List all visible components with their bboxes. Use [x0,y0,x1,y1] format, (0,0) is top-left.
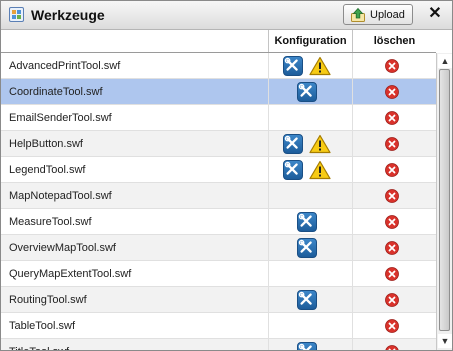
column-divider [268,209,269,235]
column-divider [268,261,269,287]
delete-icon[interactable] [385,163,399,177]
column-divider [352,313,353,339]
table-row[interactable]: HelpButton.swf [1,131,436,157]
configure-tool-icon[interactable] [297,212,317,232]
table-row[interactable]: EmailSenderTool.swf [1,105,436,131]
tool-name: AdvancedPrintTool.swf [9,60,121,72]
tools-window: Werkzeuge Upload ✕ Konfiguration löschen… [0,0,453,351]
column-divider [352,261,353,287]
column-divider [268,287,269,313]
tool-name: EmailSenderTool.swf [9,112,112,124]
column-header-loeschen[interactable]: löschen [353,30,436,52]
tool-name: TableTool.swf [9,320,76,332]
delete-icon[interactable] [385,85,399,99]
column-divider [352,235,353,261]
table-row[interactable]: RoutingTool.swf [1,287,436,313]
upload-button-label: Upload [370,9,405,21]
column-divider [268,183,269,209]
tool-name: QueryMapExtentTool.swf [9,268,132,280]
delete-icon[interactable] [385,345,399,350]
column-divider [268,105,269,131]
configure-tool-icon[interactable] [283,134,303,154]
column-header-konfiguration[interactable]: Konfiguration [269,30,352,52]
delete-icon[interactable] [385,215,399,229]
title-bar[interactable]: Werkzeuge Upload ✕ [1,1,452,30]
column-divider [268,235,269,261]
table-row[interactable]: CoordinateTool.swf [1,79,436,105]
configure-tool-icon[interactable] [297,342,317,350]
tool-name: RoutingTool.swf [9,294,87,306]
scroll-down-icon[interactable]: ▼ [438,334,452,348]
configure-tool-icon[interactable] [297,238,317,258]
warning-icon [309,160,331,180]
window-app-icon [9,7,24,22]
delete-icon[interactable] [385,319,399,333]
delete-icon[interactable] [385,137,399,151]
grid-header: Konfiguration löschen [1,30,436,53]
delete-icon[interactable] [385,241,399,255]
delete-icon[interactable] [385,111,399,125]
column-divider [268,157,269,183]
table-row[interactable]: LegendTool.swf [1,157,436,183]
warning-icon [309,134,331,154]
table-row[interactable]: TableTool.swf [1,313,436,339]
tool-name: MapNotepadTool.swf [9,190,112,202]
table-row[interactable]: TitleTool.swf [1,339,436,350]
upload-button[interactable]: Upload [343,4,413,25]
close-icon[interactable]: ✕ [427,5,443,23]
tool-name: OverviewMapTool.swf [9,242,116,254]
column-divider [352,79,353,105]
tool-name: TitleTool.swf [9,346,69,350]
delete-icon[interactable] [385,267,399,281]
column-divider [352,157,353,183]
column-divider [352,183,353,209]
table-row[interactable]: MeasureTool.swf [1,209,436,235]
column-divider [352,209,353,235]
tool-name: HelpButton.swf [9,138,83,150]
column-divider [352,53,353,79]
scroll-up-icon[interactable]: ▲ [438,54,452,68]
column-divider [268,339,269,350]
tools-grid: AdvancedPrintTool.swf CoordinateTool.swf E… [1,53,436,350]
tool-name: LegendTool.swf [9,164,86,176]
column-divider [268,313,269,339]
table-row[interactable]: QueryMapExtentTool.swf [1,261,436,287]
column-divider [268,79,269,105]
warning-icon [309,56,331,76]
configure-tool-icon[interactable] [297,82,317,102]
configure-tool-icon[interactable] [283,56,303,76]
delete-icon[interactable] [385,293,399,307]
table-row[interactable]: AdvancedPrintTool.swf [1,53,436,79]
vertical-scrollbar[interactable]: ▲ ▼ [436,53,452,350]
scrollbar-thumb[interactable] [439,69,450,331]
upload-icon [351,7,365,22]
delete-icon[interactable] [385,189,399,203]
window-title: Werkzeuge [31,7,105,23]
column-divider [268,53,269,79]
column-divider [352,105,353,131]
column-divider [352,131,353,157]
table-row[interactable]: OverviewMapTool.swf [1,235,436,261]
column-divider [352,287,353,313]
tool-name: CoordinateTool.swf [9,86,103,98]
column-divider [268,131,269,157]
column-divider [352,339,353,350]
table-row[interactable]: MapNotepadTool.swf [1,183,436,209]
delete-icon[interactable] [385,59,399,73]
tool-name: MeasureTool.swf [9,216,92,228]
configure-tool-icon[interactable] [297,290,317,310]
configure-tool-icon[interactable] [283,160,303,180]
